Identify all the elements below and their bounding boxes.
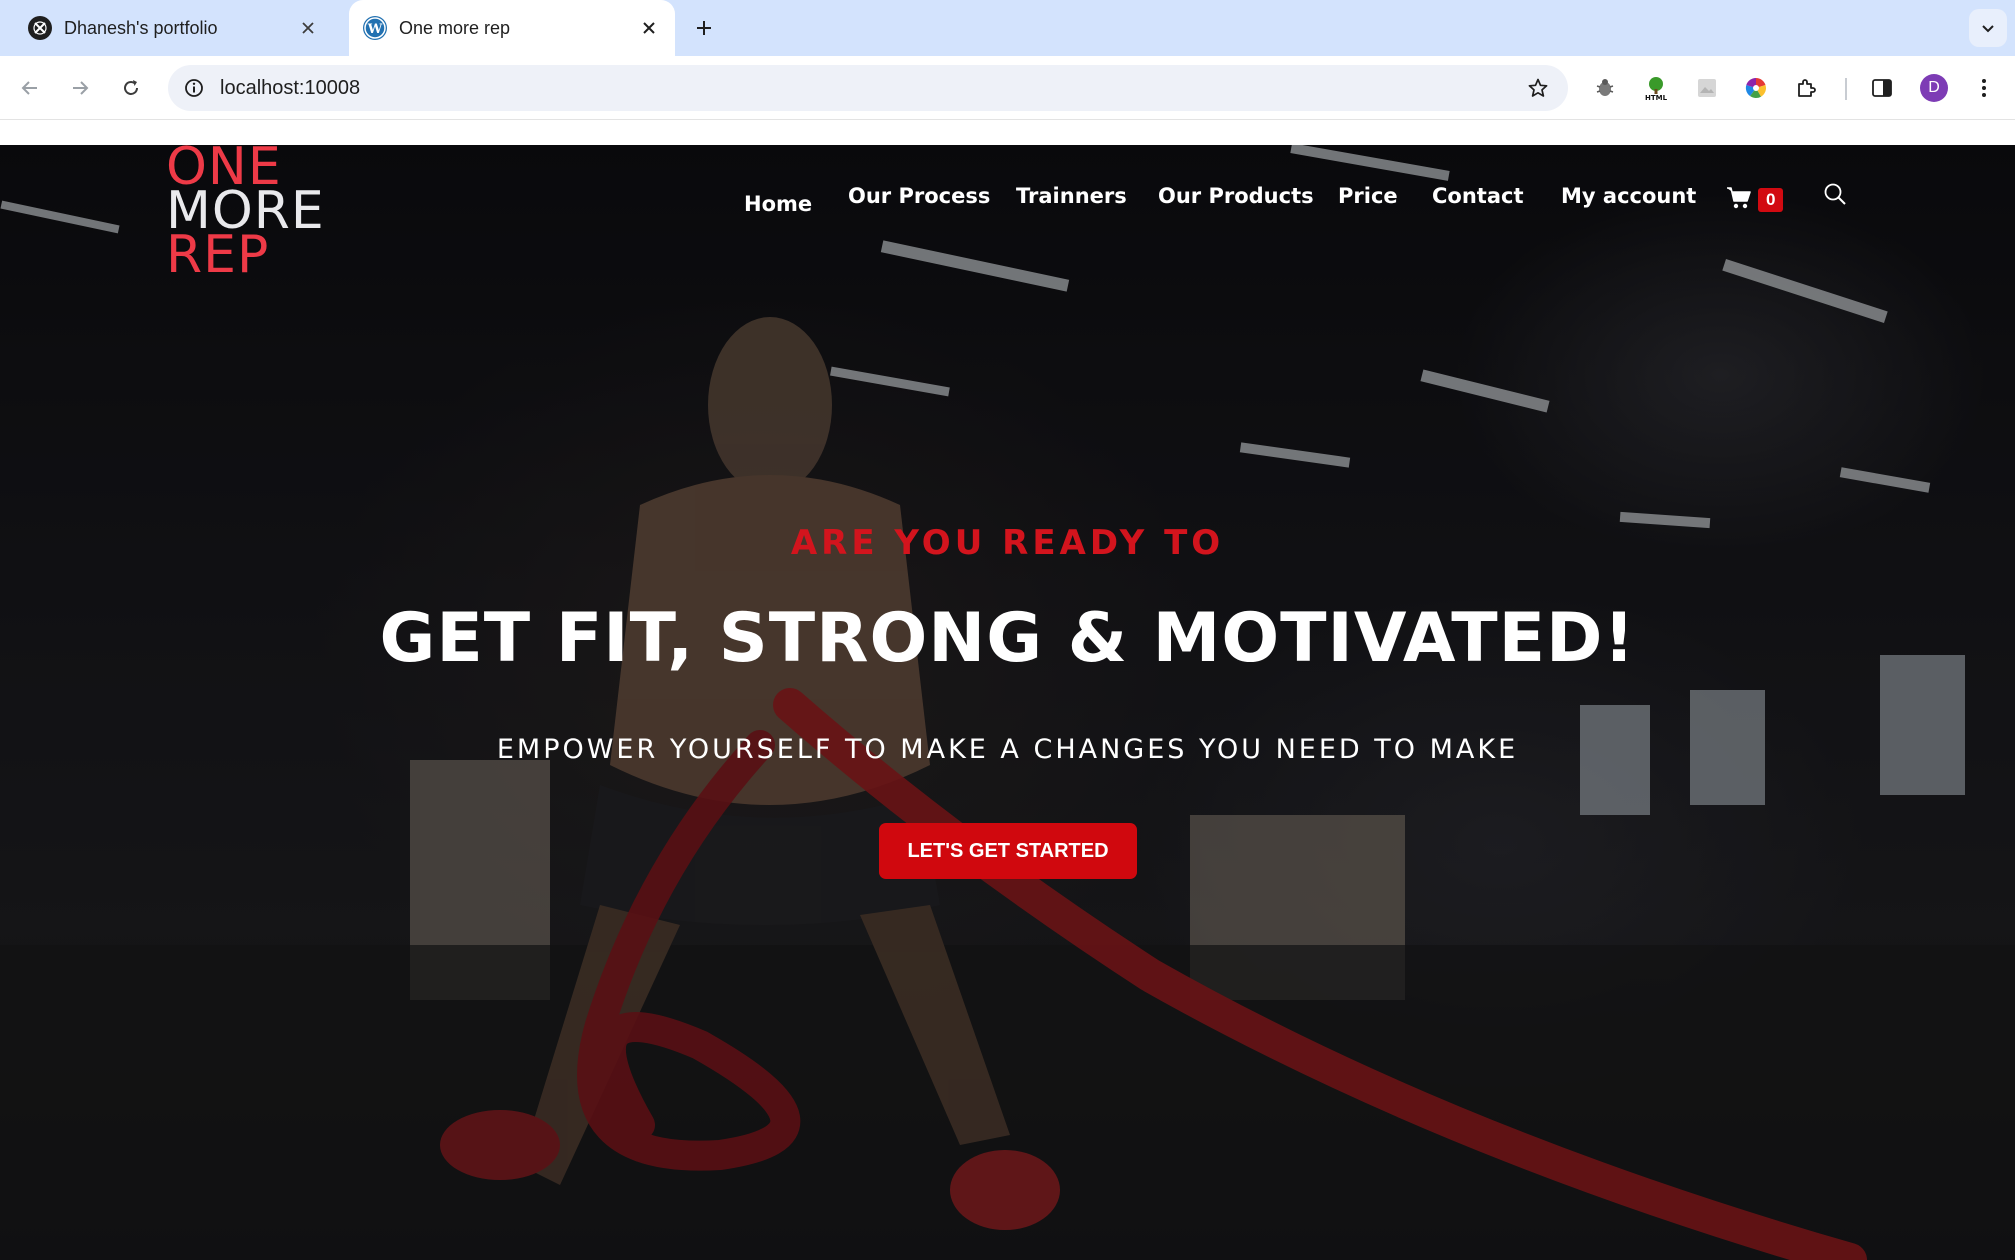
close-tab-icon[interactable] [635,14,663,42]
tab-title: Dhanesh's portfolio [64,17,218,38]
html-tree-extension-icon[interactable]: HTML [1638,70,1674,106]
gym-background-image [0,145,2015,1260]
hero-headline: GET FIT, STRONG & MOTIVATED! [379,599,1636,678]
nav-link-price[interactable]: Price [1338,184,1398,208]
svg-text:HTML: HTML [1645,94,1668,101]
wordpress-icon: W [363,16,387,40]
url-text[interactable]: localhost:10008 [220,65,360,111]
new-tab-icon[interactable] [688,12,720,44]
nav-link-our-products[interactable]: Our Products [1158,184,1314,208]
bug-extension-icon[interactable] [1587,70,1623,106]
cart-count-badge: 0 [1758,188,1784,212]
toolbar-divider [1845,78,1847,100]
search-icon[interactable] [1822,181,1852,211]
cart-button[interactable]: 0 [1726,183,1784,217]
bookmark-star-icon[interactable] [1522,72,1554,104]
nav-link-contact[interactable]: Contact [1432,184,1524,208]
address-bar[interactable]: localhost:10008 [168,65,1568,111]
hero-kicker: ARE YOU READY TO [790,523,1225,563]
image-extension-icon[interactable] [1689,70,1725,106]
portfolio-favicon-icon [28,16,52,40]
page-top-bar [0,121,2015,145]
nav-link-our-process[interactable]: Our Process [848,184,990,208]
nav-link-home[interactable]: Home [744,184,812,224]
hero-section: ONE MORE REP Home Our Process Trainners … [0,145,2015,1260]
extensions-puzzle-icon[interactable] [1789,70,1825,106]
get-started-button[interactable]: LET'S GET STARTED [879,823,1137,879]
color-picker-extension-icon[interactable] [1738,70,1774,106]
forward-arrow-icon[interactable] [62,70,98,106]
tab-title: One more rep [399,17,511,38]
tab-search-chevron-icon[interactable] [1969,9,2007,47]
close-tab-icon[interactable] [294,14,322,42]
tab-one-more-rep[interactable]: W One more rep [349,0,675,56]
tab-portfolio[interactable]: Dhanesh's portfolio [14,0,334,56]
side-panel-icon[interactable] [1864,70,1900,106]
svg-text:W: W [367,22,383,37]
site-info-icon[interactable] [178,72,210,104]
nav-link-my-account[interactable]: My account [1561,184,1696,208]
shopping-cart-icon [1726,186,1752,215]
reload-icon[interactable] [113,70,149,106]
nav-link-trainners[interactable]: Trainners [1016,184,1127,208]
browser-menu-icon[interactable] [1966,70,2002,106]
site-logo[interactable]: ONE MORE REP [166,145,325,281]
browser-toolbar: localhost:10008 HTML [0,56,2015,120]
back-arrow-icon[interactable] [12,70,48,106]
hero-subline: EMPOWER YOURSELF TO MAKE A CHANGES YOU N… [496,734,1519,765]
profile-avatar[interactable]: D [1920,74,1948,102]
browser-tabstrip: Dhanesh's portfolio W One more rep [0,0,2015,56]
